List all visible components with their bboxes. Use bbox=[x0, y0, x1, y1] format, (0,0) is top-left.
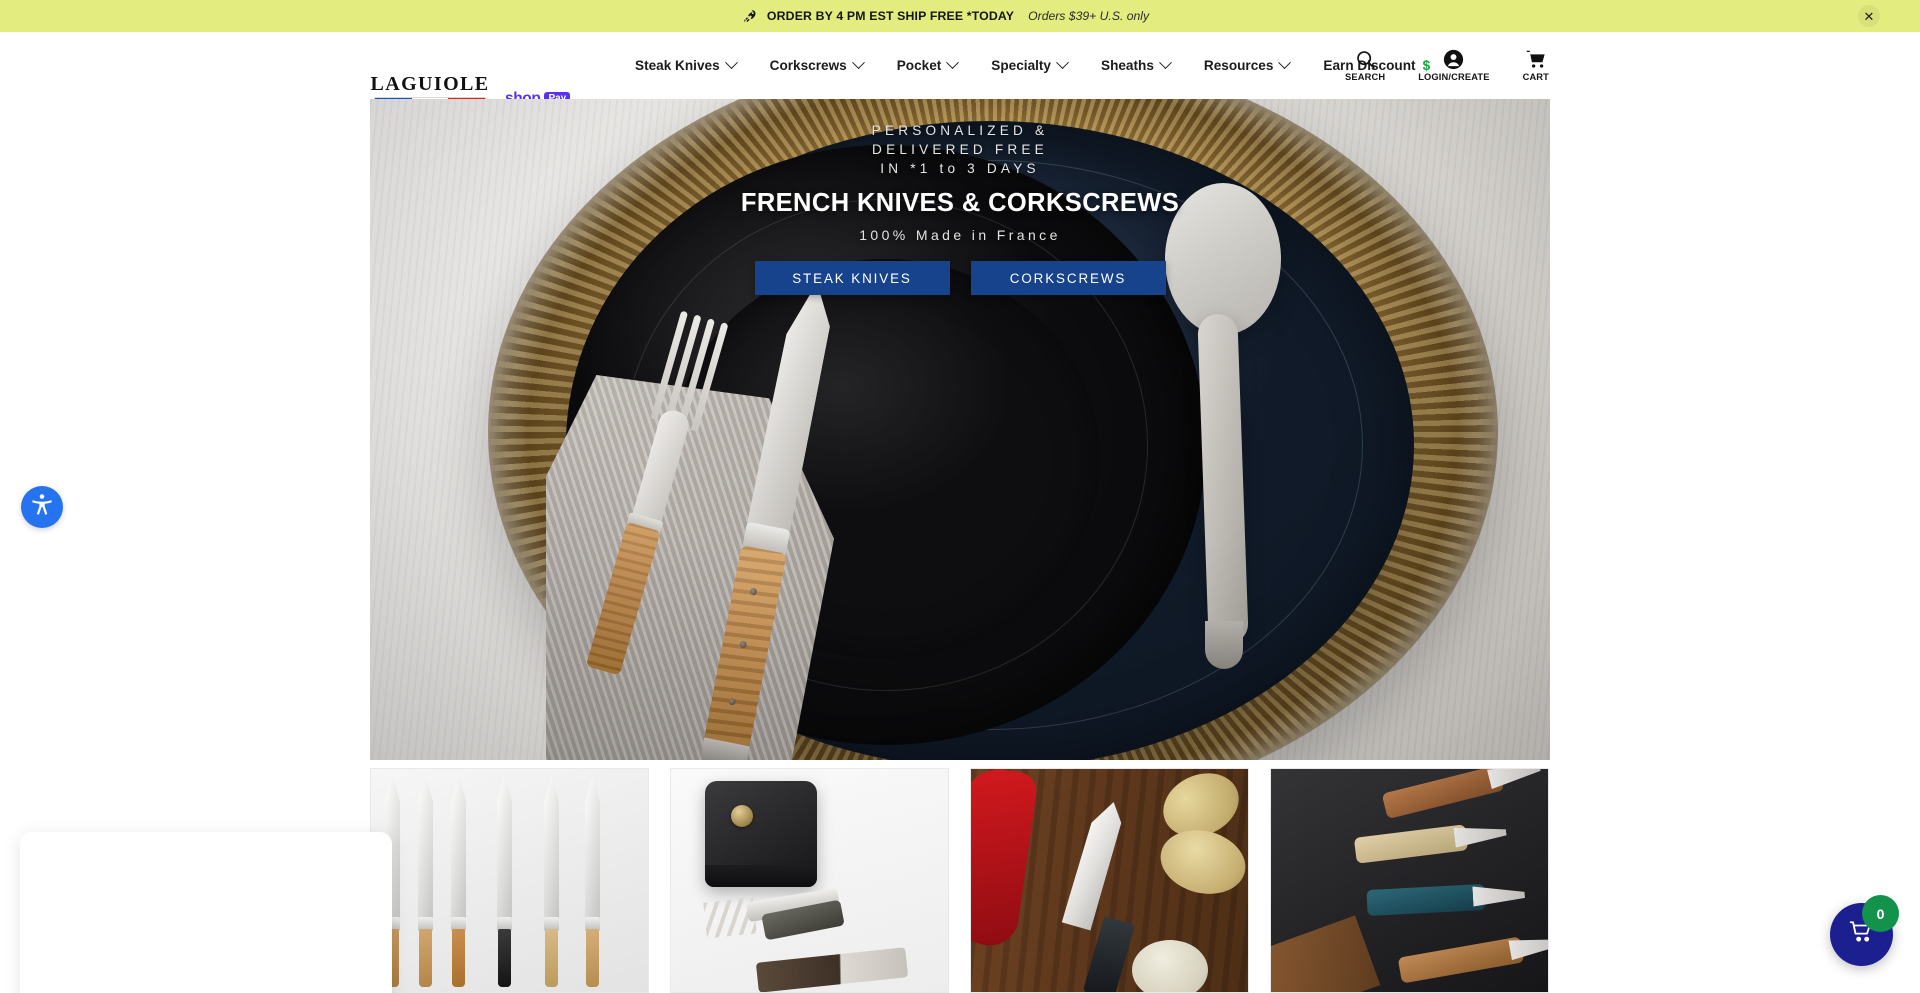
hero-subtitle: 100% Made in France bbox=[859, 227, 1061, 243]
pocket-knife-image bbox=[1353, 824, 1468, 864]
search-icon bbox=[1355, 49, 1376, 70]
user-account-icon bbox=[1443, 49, 1464, 70]
search-label: SEARCH bbox=[1345, 72, 1386, 82]
announcement-bar: ORDER BY 4 PM EST SHIP FREE *TODAY Order… bbox=[0, 0, 1920, 32]
pocket-knife-image bbox=[1397, 936, 1525, 984]
nav-label: Sheaths bbox=[1101, 58, 1154, 73]
login-create-button[interactable]: LOGIN/CREATE bbox=[1418, 49, 1489, 82]
nav-label: Specialty bbox=[991, 58, 1051, 73]
logo-wordmark: LAGUIOLE bbox=[370, 73, 490, 95]
knife-image bbox=[497, 775, 512, 987]
pocket-knife-image bbox=[1381, 769, 1505, 820]
site-header: LAGUIOLE IMPORTS shop Pay Steak Knives C… bbox=[0, 32, 1920, 120]
floating-cart-button[interactable]: 0 bbox=[1830, 895, 1899, 966]
leather-sheath-image bbox=[705, 781, 817, 887]
login-create-label: LOGIN/CREATE bbox=[1418, 72, 1490, 82]
hero-eyebrow-line-3: IN *1 to 3 DAYS bbox=[880, 161, 1040, 176]
hero-cta-group: STEAK KNIVES CORKSCREWS bbox=[754, 261, 1166, 295]
hero-steak-knives-button[interactable]: STEAK KNIVES bbox=[754, 261, 950, 295]
announcement-content: ORDER BY 4 PM EST SHIP FREE *TODAY Order… bbox=[743, 9, 1149, 24]
chevron-down-icon bbox=[724, 56, 738, 70]
cart-label: CART bbox=[1522, 72, 1549, 82]
nav-item-steak-knives[interactable]: Steak Knives bbox=[618, 32, 753, 99]
close-icon[interactable]: ✕ bbox=[1858, 5, 1880, 27]
hero-title: FRENCH KNIVES & CORKSCREWS bbox=[740, 189, 1180, 217]
chevron-down-icon bbox=[1159, 56, 1172, 70]
knife-image bbox=[585, 775, 600, 987]
nav-item-sheaths[interactable]: Sheaths bbox=[1084, 32, 1187, 99]
nav-item-specialty[interactable]: Specialty bbox=[974, 32, 1084, 99]
search-button[interactable]: SEARCH bbox=[1345, 49, 1385, 82]
chevron-down-icon bbox=[946, 56, 960, 70]
hero-corkscrews-button[interactable]: CORKSCREWS bbox=[970, 261, 1166, 295]
knife-image bbox=[418, 775, 433, 987]
nav-label: Steak Knives bbox=[635, 58, 720, 73]
hero-section: PERSONALIZED & DELIVERED FREE IN *1 to 3… bbox=[0, 99, 1920, 764]
chevron-down-icon bbox=[1056, 56, 1069, 70]
cart-button[interactable]: CART bbox=[1523, 49, 1549, 82]
red-pepper-image bbox=[971, 769, 1039, 950]
header-actions: SEARCH LOGIN/CREATE CART bbox=[1345, 32, 1549, 99]
sheath-medallion-icon bbox=[731, 805, 753, 827]
nav-item-pocket[interactable]: Pocket bbox=[880, 32, 975, 99]
nav-item-resources[interactable]: Resources bbox=[1187, 32, 1307, 99]
pocket-knife-image bbox=[1366, 884, 1485, 917]
product-card-kitchen-knife[interactable] bbox=[970, 768, 1249, 993]
cart-count-badge: 0 bbox=[1862, 895, 1899, 932]
announcement-fineprint: Orders $39+ U.S. only bbox=[1028, 9, 1150, 23]
nav-label: Corkscrews bbox=[769, 58, 847, 73]
product-card-corkscrew-sheath[interactable] bbox=[670, 768, 949, 993]
potato-image bbox=[1153, 821, 1248, 903]
hero-eyebrow-line-1: PERSONALIZED & bbox=[871, 123, 1049, 138]
hero-content: PERSONALIZED & DELIVERED FREE IN *1 to 3… bbox=[370, 121, 1550, 295]
folding-knife-image bbox=[755, 947, 909, 992]
chevron-down-icon bbox=[1278, 56, 1292, 70]
product-card-pocket-knives[interactable] bbox=[1270, 768, 1549, 993]
promo-popup-card[interactable] bbox=[20, 832, 392, 993]
announcement-headline: ORDER BY 4 PM EST SHIP FREE *TODAY bbox=[766, 9, 1015, 23]
knife-image bbox=[451, 775, 466, 987]
nav-label: Pocket bbox=[896, 58, 942, 73]
product-card-steak-knives[interactable] bbox=[370, 768, 649, 993]
main-navigation: Steak Knives Corkscrews Pocket Specialty… bbox=[618, 32, 1434, 99]
kitchen-knife-blade bbox=[1062, 797, 1127, 930]
shopping-cart-icon bbox=[1525, 49, 1547, 70]
hero-eyebrow-line-2: DELIVERED FREE bbox=[872, 142, 1048, 157]
nav-label: Resources bbox=[1203, 58, 1274, 73]
accessibility-button[interactable] bbox=[21, 486, 63, 528]
cauliflower-image bbox=[1132, 940, 1208, 992]
hero-banner[interactable]: PERSONALIZED & DELIVERED FREE IN *1 to 3… bbox=[370, 99, 1550, 760]
chevron-down-icon bbox=[851, 56, 865, 70]
wooden-board-image bbox=[1271, 915, 1381, 992]
product-card-row bbox=[370, 764, 1550, 993]
nav-item-corkscrews[interactable]: Corkscrews bbox=[753, 32, 880, 99]
rocket-icon bbox=[743, 9, 758, 24]
accessibility-icon bbox=[29, 492, 55, 523]
knife-image bbox=[544, 775, 559, 987]
